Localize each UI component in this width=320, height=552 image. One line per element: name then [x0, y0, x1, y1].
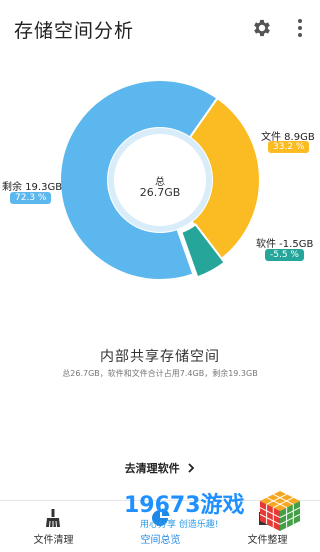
- watermark-text: 19673游戏: [124, 493, 245, 518]
- broom-icon: [46, 509, 60, 528]
- watermark-slogan: 用心分享 创造乐趣!: [140, 520, 219, 530]
- page-title: 存储空间分析: [14, 20, 135, 42]
- percent-badge-files: 33.2 %: [268, 141, 310, 153]
- legend-label-apps: 软件 -1.5GB: [256, 239, 314, 250]
- nav-item-file-cleanup[interactable]: 文件清理: [0, 501, 107, 552]
- percent-badge-remaining: 72.3 %: [10, 192, 52, 204]
- site-watermark: 19673游戏 用心分享 创造乐趣!: [114, 487, 320, 537]
- rubiks-cube-logo: [259, 491, 301, 531]
- more-vert-icon[interactable]: [294, 17, 306, 39]
- chevron-right-icon: [188, 463, 195, 473]
- percent-badge-apps: -5.5 %: [265, 249, 304, 261]
- app-bar: 存储空间分析: [0, 0, 320, 56]
- chart-center-value: 26.7GB: [139, 186, 181, 199]
- legend-label-remaining: 剩余 19.3GB: [2, 182, 63, 193]
- nav-label-file-cleanup: 文件清理: [33, 535, 74, 546]
- storage-title: 内部共享存储空间: [100, 349, 220, 365]
- clean-apps-link[interactable]: 去清理软件: [0, 460, 320, 476]
- clean-apps-label: 去清理软件: [124, 462, 180, 475]
- storage-summary: 总26.7GB，软件和文件合计占用7.4GB，剩余19.3GB: [62, 369, 258, 378]
- gear-icon[interactable]: [251, 17, 273, 39]
